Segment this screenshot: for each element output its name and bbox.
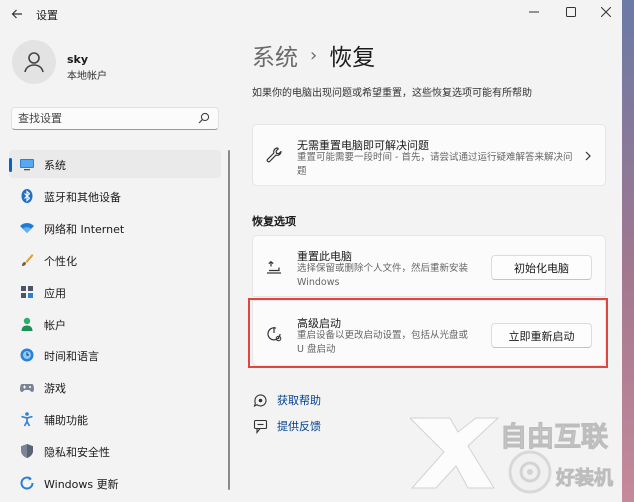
sidebar-item-gaming[interactable]: 游戏: [9, 373, 221, 401]
troubleshoot-card[interactable]: 无需重置电脑即可解决问题 重置可能需要一段时间 - 首先，请尝试通过运行疑难解答…: [252, 124, 606, 186]
desktop-background-strip: [622, 0, 634, 502]
sidebar-item-system[interactable]: 系统: [9, 150, 221, 178]
breadcrumb-separator: ›: [310, 44, 318, 66]
back-button[interactable]: [6, 4, 28, 24]
selection-indicator: [9, 158, 12, 172]
user-avatar-icon: [24, 52, 44, 73]
gamepad-icon: [19, 379, 35, 395]
sidebar-item-label: 游戏: [44, 382, 66, 395]
feedback-link[interactable]: 提供反馈: [252, 417, 321, 435]
help-icon: [252, 392, 268, 408]
sidebar-item-apps[interactable]: 应用: [9, 278, 221, 306]
sidebar-item-label: 网络和 Internet: [44, 223, 125, 236]
sidebar-item-label: 系统: [44, 159, 66, 172]
card-description: 重置可能需要一段时间 - 首先，请尝试通过运行疑难解答来解决问题: [297, 152, 573, 177]
reset-pc-card: 重置此电脑 选择保留或删除个人文件，然后重新安装 Windows 初始化电脑: [252, 235, 606, 297]
maximize-icon: [566, 7, 576, 17]
breadcrumb: 系统 › 恢复: [252, 38, 375, 72]
sidebar-item-label: 隐私和安全性: [44, 446, 110, 459]
bluetooth-icon: [19, 188, 35, 204]
highlight-annotation-box: [248, 298, 608, 368]
arrow-left-icon: [11, 9, 22, 19]
sidebar-item-network[interactable]: 网络和 Internet: [9, 214, 221, 242]
person-icon: [19, 316, 35, 332]
globe-clock-icon: [19, 347, 35, 363]
shield-icon: [19, 443, 35, 459]
sidebar-item-label: 蓝牙和其他设备: [44, 191, 121, 204]
accessibility-icon: [19, 411, 35, 427]
sidebar-item-time-language[interactable]: 时间和语言: [9, 341, 221, 369]
sidebar-item-bluetooth[interactable]: 蓝牙和其他设备: [9, 182, 221, 210]
chevron-right-icon: [585, 151, 591, 161]
search-input[interactable]: [18, 111, 188, 126]
card-description: 选择保留或删除个人文件，然后重新安装 Windows: [297, 263, 469, 288]
sidebar-scrollbar[interactable]: [228, 150, 230, 490]
sidebar-item-label: 辅助功能: [44, 414, 88, 427]
user-name: sky: [67, 53, 89, 66]
sidebar-item-label: 时间和语言: [44, 350, 99, 363]
sidebar-item-windows-update[interactable]: Windows 更新: [9, 469, 221, 497]
brush-icon: [19, 252, 35, 268]
page-title: 恢复: [329, 45, 376, 71]
maximize-button[interactable]: [553, 0, 589, 24]
wrench-icon: [264, 145, 284, 165]
sidebar-item-personalization[interactable]: 个性化: [9, 246, 221, 274]
link-label: 提供反馈: [277, 420, 321, 433]
sidebar-item-accounts[interactable]: 帐户: [9, 310, 221, 338]
close-button[interactable]: [588, 0, 624, 24]
page-description: 如果你的电脑出现问题或希望重置，这些恢复选项可能有所帮助: [252, 88, 532, 99]
search-box[interactable]: [11, 107, 219, 130]
minimize-icon: [529, 11, 539, 13]
sidebar-item-accessibility[interactable]: 辅助功能: [9, 405, 221, 433]
update-icon: [19, 475, 35, 491]
settings-window: 设置 sky 本地帐户 系统 蓝牙和其他设备: [0, 0, 634, 502]
wifi-icon: [19, 220, 35, 236]
system-icon: [19, 156, 35, 172]
section-title: 恢复选项: [252, 215, 296, 228]
feedback-icon: [252, 418, 268, 434]
apps-icon: [19, 284, 35, 300]
avatar[interactable]: [12, 40, 56, 84]
search-icon[interactable]: [198, 112, 210, 124]
close-icon: [601, 7, 611, 17]
get-help-link[interactable]: 获取帮助: [252, 391, 321, 409]
account-type: 本地帐户: [67, 71, 107, 82]
minimize-button[interactable]: [516, 0, 552, 24]
sidebar-item-label: 个性化: [44, 255, 77, 268]
title-bar: 设置: [0, 0, 622, 28]
sidebar-item-label: 应用: [44, 287, 66, 300]
breadcrumb-parent[interactable]: 系统: [252, 38, 298, 72]
reset-pc-icon: [264, 257, 284, 277]
sidebar-item-privacy[interactable]: 隐私和安全性: [9, 437, 221, 465]
sidebar-item-label: Windows 更新: [44, 478, 119, 491]
sidebar-item-label: 帐户: [44, 319, 66, 332]
app-title: 设置: [36, 9, 58, 22]
reset-pc-button[interactable]: 初始化电脑: [491, 255, 592, 280]
link-label: 获取帮助: [277, 394, 321, 407]
